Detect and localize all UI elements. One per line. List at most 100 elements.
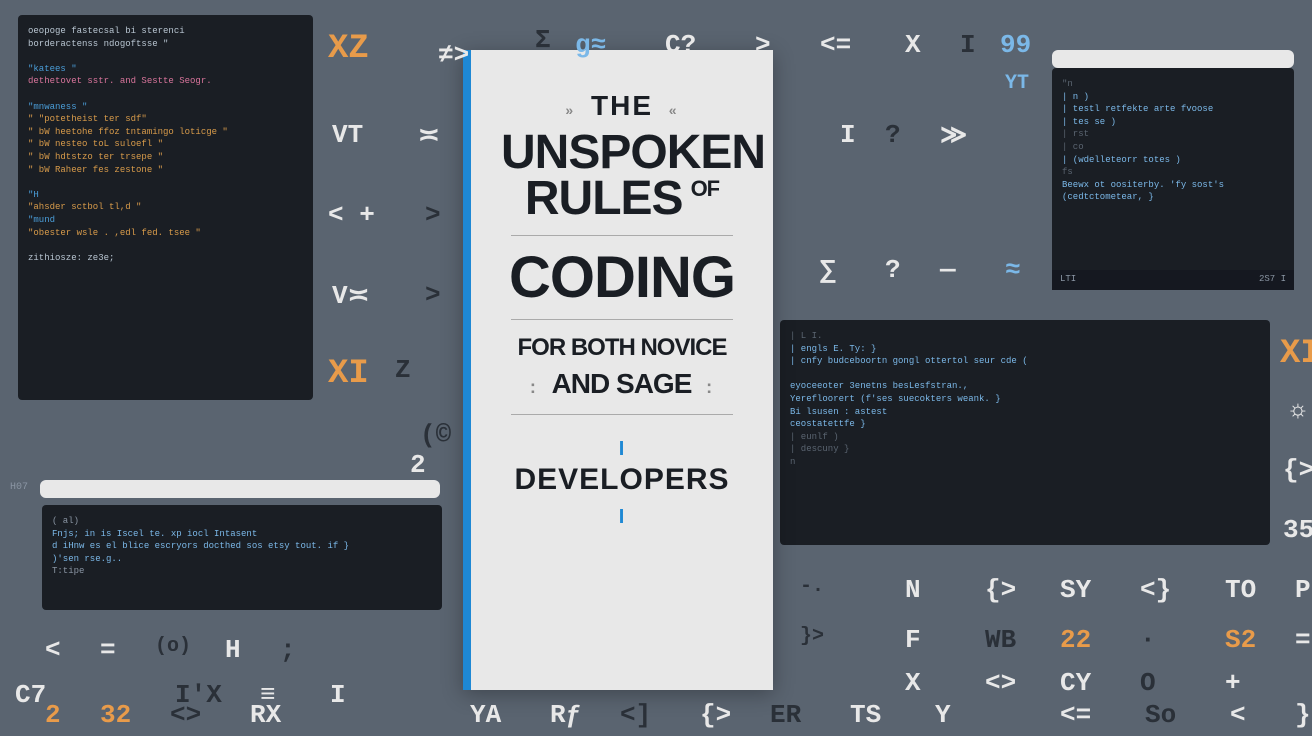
- code-window-top-left: oeopoge fastecsal bi sterenci borderacte…: [18, 15, 313, 400]
- decorative-glyph: X: [905, 668, 921, 698]
- status-right: 2S7 I: [1259, 273, 1286, 287]
- decorative-glyph: {>: [1283, 455, 1312, 485]
- decorative-glyph: <]: [620, 700, 651, 730]
- decorative-glyph: C?: [665, 30, 696, 60]
- arrow-deco-left-icon: »: [565, 102, 575, 118]
- decorative-glyph: RX: [250, 700, 281, 730]
- decorative-glyph: <: [45, 635, 61, 665]
- book-title-developers: DEVELOPERS: [514, 463, 729, 496]
- divider: [511, 235, 733, 236]
- code-line: | tes se ): [1062, 116, 1284, 129]
- book-title-unspoken: UNSPOKEN: [501, 130, 743, 176]
- code-line: " bW nesteo toL suloefl ": [28, 138, 303, 151]
- decorative-glyph: >: [755, 30, 771, 60]
- decorative-glyph: =: [100, 635, 116, 665]
- decorative-glyph: >: [425, 200, 441, 230]
- decorative-glyph: 22: [1060, 625, 1091, 655]
- code-line: " "potetheist ter sdf": [28, 113, 303, 126]
- line-num: T:tipe: [52, 565, 82, 578]
- decorative-glyph: < +: [328, 200, 375, 230]
- book-title-for-both-novice: FOR BOTH NOVICE: [501, 334, 743, 362]
- code-line: Beewx ot oositerby. 'fy sost's: [1062, 179, 1284, 192]
- code-line: dethetovet sstr. and Sestte Seogr.: [28, 75, 303, 88]
- decorative-glyph: F: [905, 625, 921, 655]
- code-window-bottom-left: ( al) Fnjs; in is Iscel te. xp iocl Inta…: [42, 505, 442, 610]
- decorative-glyph: ≫: [940, 120, 967, 151]
- decorative-glyph: (©: [420, 420, 451, 450]
- decorative-glyph: (o): [155, 635, 191, 658]
- code-window-top-right: "n | n ) | testl retfekte arte fvoose | …: [1052, 68, 1294, 290]
- code-line: )'sen rse.g..: [52, 553, 432, 566]
- decorative-glyph: CY: [1060, 668, 1091, 698]
- decorative-glyph: ?: [885, 120, 901, 150]
- decorative-glyph: So: [1145, 700, 1176, 730]
- book-title-and-sage: AND SAGE: [552, 368, 692, 399]
- code-line: Fnjs; in is Iscel te. xp iocl Intasent: [52, 528, 432, 541]
- tab-bar-right: [1052, 50, 1294, 68]
- code-line: "katees ": [28, 63, 303, 76]
- decorative-glyph: SY: [1060, 575, 1091, 605]
- code-line: | (wdelleteorr totes ): [1062, 154, 1284, 167]
- decorative-glyph: N: [905, 575, 921, 605]
- decorative-glyph: 2: [410, 450, 426, 480]
- status-bar: LTI 2S7 I: [1052, 270, 1294, 290]
- decorative-glyph: {>: [985, 575, 1016, 605]
- decorative-glyph: C7: [15, 680, 46, 710]
- code-line: | eunlf ): [790, 431, 1260, 444]
- code-line: | descuny }: [790, 443, 1260, 456]
- decorative-glyph: }: [1295, 700, 1311, 730]
- code-line: fs: [1062, 166, 1284, 179]
- code-line: ceostatettfe }: [790, 418, 1260, 431]
- decorative-glyph: >: [425, 280, 441, 310]
- code-line: d iHnw es el blice escryors docthed sos …: [52, 540, 432, 553]
- decorative-glyph: TS: [850, 700, 881, 730]
- divider: [511, 414, 733, 415]
- decorative-glyph: ≠>: [438, 40, 469, 70]
- book-title-rules: RULES: [525, 172, 683, 225]
- code-line: "mnwaness ": [28, 101, 303, 114]
- divider: [511, 319, 733, 320]
- book-cover: » THE « UNSPOKEN RULESOF CODING FOR BOTH…: [463, 50, 773, 690]
- decorative-glyph: ☼: [1290, 395, 1306, 425]
- decorative-glyph: XI: [328, 355, 369, 393]
- code-line: " bW heetohe ffoz tntamingo loticge ": [28, 126, 303, 139]
- line-num: ( al): [52, 515, 82, 528]
- code-line: n: [790, 456, 1260, 469]
- code-line: (cedtctometear, }: [1062, 191, 1284, 204]
- code-line: Yerefloorert (f'ses suecokters weank. }: [790, 393, 1260, 406]
- code-line: zithiosze: ze3e;: [28, 252, 303, 265]
- dots-right-icon: :: [706, 377, 714, 397]
- code-line: | testl retfekte arte fvoose: [1062, 103, 1284, 116]
- decorative-glyph: XZ: [328, 30, 369, 68]
- book-title-of: OF: [691, 176, 720, 202]
- code-line: borderactenss ndogoftsse ": [28, 38, 303, 51]
- code-line: | n ): [1062, 91, 1284, 104]
- decorative-glyph: P: [1295, 575, 1311, 605]
- decorative-glyph: WB: [985, 625, 1016, 655]
- decorative-glyph: 2: [45, 700, 61, 730]
- code-line: "obester wsle . ,edl fed. tsee ": [28, 227, 303, 240]
- dots-left-icon: :: [530, 377, 538, 397]
- code-line: "mund: [28, 214, 303, 227]
- code-window-middle-right: | L I. | engls E. Ty: } | cnfy budceboor…: [780, 320, 1270, 545]
- decorative-glyph: Σ: [535, 25, 551, 55]
- decorative-glyph: ER: [770, 700, 801, 730]
- decorative-glyph: YA: [470, 700, 501, 730]
- decorative-glyph: S2: [1225, 625, 1256, 655]
- arrow-deco-right-icon: «: [669, 102, 679, 118]
- decorative-glyph: ;: [280, 635, 296, 665]
- code-line: | co: [1062, 141, 1284, 154]
- decorative-glyph: <}: [1140, 575, 1171, 605]
- decorative-glyph: I: [330, 680, 346, 710]
- code-line: oeopoge fastecsal bi sterenci: [28, 25, 303, 38]
- code-line: eyoceeoter 3enetns besLesfstran.,: [790, 380, 1260, 393]
- decorative-glyph: V≍: [332, 280, 369, 311]
- decorative-glyph: TO: [1225, 575, 1256, 605]
- code-line: "ahsder sctbol tl,d ": [28, 201, 303, 214]
- book-title-coding: CODING: [501, 250, 743, 305]
- decorative-glyph: {>: [700, 700, 731, 730]
- code-line: | rst: [1062, 128, 1284, 141]
- decorative-glyph: -.: [800, 575, 824, 598]
- decorative-glyph: I: [960, 30, 976, 60]
- code-line: | L I.: [790, 330, 1260, 343]
